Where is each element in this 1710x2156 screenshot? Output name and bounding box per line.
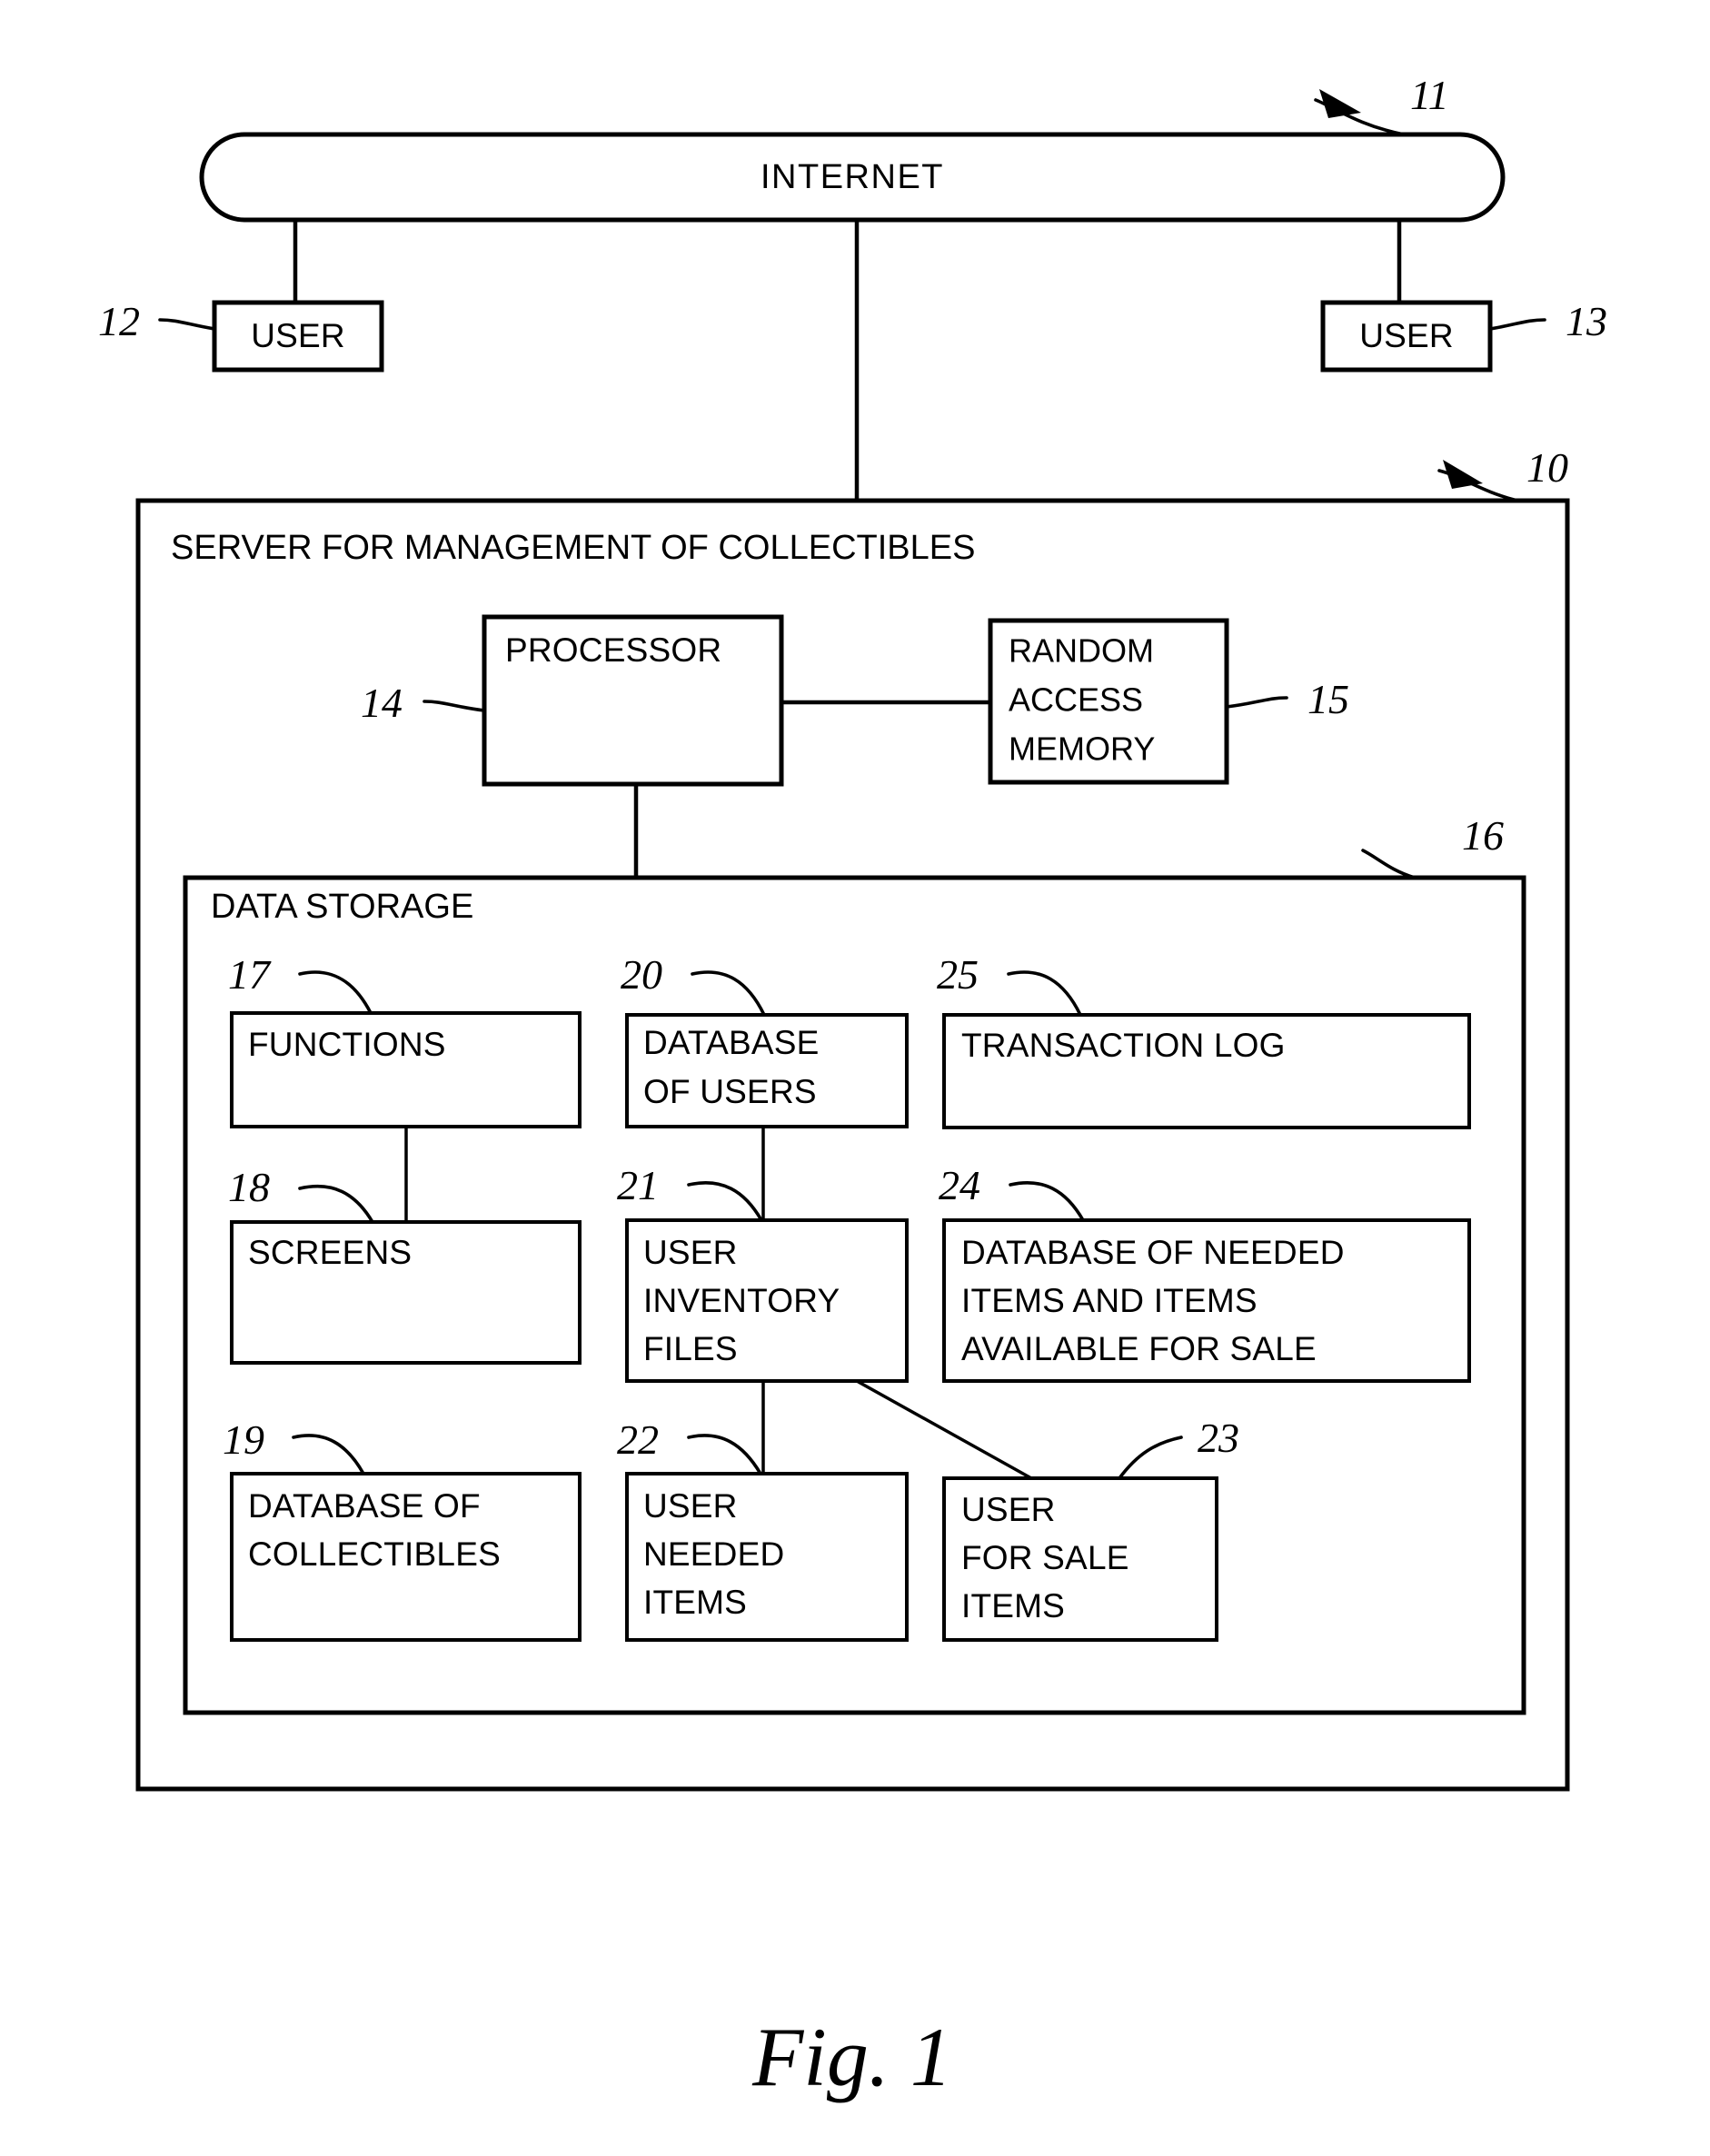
ref-19-leader: [292, 1434, 365, 1475]
ref-number-11: 11: [1410, 72, 1449, 118]
ref-23-leader: [1118, 1436, 1183, 1480]
ref-13-leader: [1488, 318, 1546, 331]
user-right-node: USER: [1320, 300, 1493, 373]
user-inventory-files-label-line3: FILES: [643, 1330, 738, 1367]
ref-number-25: 25: [937, 951, 979, 998]
ref-24-leader: [1009, 1181, 1085, 1222]
data-storage-container: DATA STORAGE: [183, 875, 1526, 1715]
transaction-log-node: TRANSACTION LOG: [942, 1013, 1471, 1129]
user-inventory-files-label-line2: INVENTORY: [643, 1282, 840, 1319]
ram-label-line3: MEMORY: [1009, 730, 1155, 768]
user-left-node: USER: [212, 300, 384, 373]
ref-number-14: 14: [361, 680, 403, 726]
database-of-collectibles-node: DATABASE OF COLLECTIBLES: [230, 1472, 582, 1642]
processor-label: PROCESSOR: [505, 631, 721, 669]
server-box: [135, 498, 1570, 1792]
database-of-users-label-line2: OF USERS: [643, 1073, 817, 1110]
user-inventory-files-node: USER INVENTORY FILES: [625, 1218, 909, 1383]
ref-12-leader: [158, 318, 216, 331]
ref-number-17: 17: [228, 951, 272, 998]
ref-16-leader: [1361, 849, 1417, 879]
server-title: SERVER FOR MANAGEMENT OF COLLECTIBLES: [171, 529, 975, 567]
ref-number-24: 24: [939, 1162, 980, 1208]
screens-node: SCREENS: [230, 1220, 582, 1365]
internet-label: INTERNET: [761, 158, 944, 196]
ref-number-13: 13: [1566, 298, 1607, 344]
ref-20-leader: [691, 970, 766, 1017]
functions-node: FUNCTIONS: [230, 1011, 582, 1128]
database-of-collectibles-label-line2: COLLECTIBLES: [248, 1535, 501, 1573]
user-for-sale-items-label-line3: ITEMS: [961, 1587, 1065, 1624]
ram-label-line1: RANDOM: [1009, 632, 1154, 670]
ref-number-15: 15: [1307, 676, 1349, 722]
database-of-collectibles-label-line1: DATABASE OF: [248, 1487, 481, 1525]
user-needed-items-label-line3: ITEMS: [643, 1584, 747, 1621]
functions-label-line1: FUNCTIONS: [248, 1026, 446, 1063]
user-needed-items-label-line1: USER: [643, 1487, 738, 1525]
ref-number-12: 12: [98, 298, 140, 344]
ref-number-18: 18: [228, 1164, 270, 1210]
ref-17-leader: [298, 970, 373, 1015]
ref-number-19: 19: [223, 1416, 264, 1463]
ref-18-leader: [298, 1184, 374, 1224]
user-right-label: USER: [1359, 317, 1454, 354]
user-inventory-files-label-line1: USER: [643, 1234, 738, 1271]
ref-21-leader: [687, 1181, 763, 1222]
figure-1-block-diagram: INTERNET 11 USER 12 USER 13 SERVER FOR M: [98, 72, 1607, 2103]
ref-25-leader: [1007, 970, 1082, 1017]
ref-14-leader: [423, 700, 486, 712]
processor-node: PROCESSOR: [482, 614, 784, 787]
user-needed-items-label-line2: NEEDED: [643, 1535, 784, 1573]
data-storage-title: DATA STORAGE: [211, 888, 473, 926]
transaction-log-label-line1: TRANSACTION LOG: [961, 1027, 1286, 1064]
screens-label-line1: SCREENS: [248, 1234, 412, 1271]
ref-number-23: 23: [1198, 1415, 1239, 1461]
figure-caption: Fig. 1: [751, 2011, 952, 2103]
database-of-needed-items-label-line3: AVAILABLE FOR SALE: [961, 1330, 1317, 1367]
database-of-users-label-line1: DATABASE: [643, 1024, 820, 1061]
ref-22-leader: [687, 1434, 762, 1475]
ref-11-leader: [1314, 89, 1406, 136]
server-container: SERVER FOR MANAGEMENT OF COLLECTIBLES: [135, 498, 1570, 1792]
patent-figure-page: INTERNET 11 USER 12 USER 13 SERVER FOR M: [0, 0, 1710, 2156]
ref-10-leader: [1437, 460, 1519, 502]
user-needed-items-node: USER NEEDED ITEMS: [625, 1472, 909, 1642]
database-of-needed-items-label-line1: DATABASE OF NEEDED: [961, 1234, 1345, 1271]
ref-number-20: 20: [621, 951, 662, 998]
user-for-sale-items-label-line1: USER: [961, 1491, 1056, 1528]
ram-node: RANDOM ACCESS MEMORY: [988, 618, 1229, 785]
internet-node: INTERNET: [199, 132, 1506, 223]
user-for-sale-items-node: USER FOR SALE ITEMS: [942, 1476, 1218, 1642]
ref-number-16: 16: [1462, 812, 1504, 859]
data-storage-box: [183, 875, 1526, 1715]
ref-11-arrowhead: [1319, 89, 1361, 118]
ref-number-10: 10: [1526, 444, 1568, 491]
database-of-needed-items-node: DATABASE OF NEEDED ITEMS AND ITEMS AVAIL…: [942, 1218, 1471, 1383]
inventory-to-forsale-diagonal: [856, 1379, 1032, 1480]
ref-number-21: 21: [617, 1162, 659, 1208]
ram-label-line2: ACCESS: [1009, 681, 1143, 719]
database-of-users-node: DATABASE OF USERS: [625, 1013, 909, 1128]
user-for-sale-items-label-line2: FOR SALE: [961, 1539, 1129, 1576]
database-of-needed-items-label-line2: ITEMS AND ITEMS: [961, 1282, 1258, 1319]
user-left-label: USER: [251, 317, 345, 354]
ref-15-leader: [1225, 696, 1288, 709]
ref-number-22: 22: [617, 1416, 659, 1463]
